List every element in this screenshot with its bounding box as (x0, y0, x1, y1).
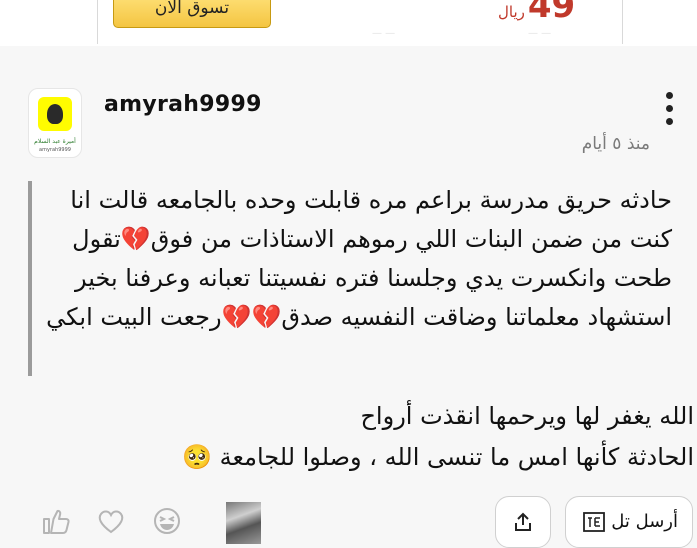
send-label: أرسل تل (611, 511, 678, 532)
price-value: 49 (527, 0, 576, 26)
avatar-caption: أميرة عبد السلام (34, 138, 76, 145)
shop-now-button[interactable]: تسوق الآن (113, 0, 271, 28)
ad-strip: تسوق الآن 49ريال — — — — (0, 0, 697, 46)
quote-segment: رجعت البيت ابكي (46, 303, 222, 331)
username[interactable]: amyrah9999 (104, 92, 262, 117)
snapcode-icon (38, 97, 72, 131)
comment-line-2: الحادثة كأنها امس ما تنسى الله ، وصلوا ل… (182, 443, 694, 471)
comment-text: الله يغفر لها ويرحمها انقذت أرواح الحادث… (22, 396, 694, 478)
quote-segment: حادثه حريق مدرسة براعم مره قابلت وحده با… (70, 186, 672, 253)
divider (97, 0, 98, 44)
heart-icon[interactable] (96, 506, 126, 536)
avatar-handle: amyrah9999 (39, 147, 71, 153)
broken-heart-emoji: 💔 (221, 303, 252, 331)
more-options-icon[interactable] (662, 92, 676, 132)
divider (622, 0, 623, 44)
quote-bar (28, 181, 32, 376)
laugh-icon[interactable] (152, 506, 182, 536)
broken-heart-emoji: 💔 (251, 303, 282, 331)
price-currency: ريال (498, 3, 525, 21)
thumbs-up-icon[interactable] (40, 506, 70, 536)
product-price: 49ريال (498, 0, 575, 26)
post-time: منذ ٥ أيام (581, 134, 650, 154)
broken-heart-emoji: 💔 (120, 225, 151, 253)
action-bar: أرسل تل (0, 496, 697, 548)
quoted-text: حادثه حريق مدرسة براعم مره قابلت وحده با… (42, 181, 672, 337)
comment-line-1: الله يغفر لها ويرحمها انقذت أرواح (360, 402, 694, 430)
faint-text: — — (528, 28, 552, 39)
snap-send-icon (583, 512, 605, 532)
teary-face-emoji: 🥺 (182, 443, 212, 471)
faint-text: — — (372, 28, 396, 39)
send-snap-button[interactable]: أرسل تل (565, 496, 693, 548)
avatar[interactable]: أميرة عبد السلام amyrah9999 (28, 88, 82, 158)
media-thumbnail[interactable] (226, 502, 261, 544)
share-icon (515, 512, 531, 531)
share-button[interactable] (495, 496, 551, 548)
